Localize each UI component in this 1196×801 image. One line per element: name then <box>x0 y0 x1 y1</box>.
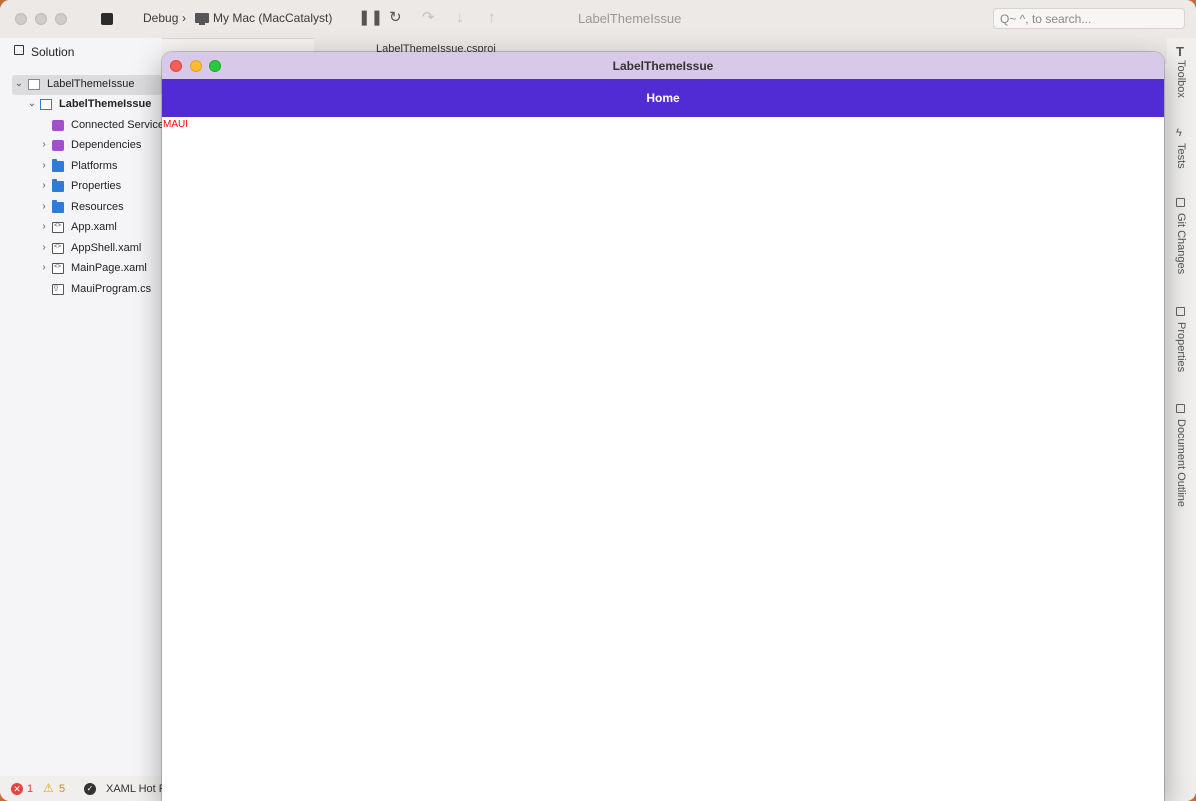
hot-reload-status[interactable]: XAML Hot R <box>106 783 167 795</box>
tree-item-app-xaml[interactable]: › App.xaml <box>0 218 162 238</box>
solution-header: Solution <box>0 38 162 64</box>
mac-icon <box>195 13 209 25</box>
chevron-down-icon[interactable]: ⌄ <box>14 78 24 89</box>
dependencies-icon <box>52 140 64 151</box>
solution-icon <box>28 79 40 90</box>
app-navigation-bar: Home <box>162 79 1164 117</box>
git-changes-icon[interactable] <box>1176 198 1185 207</box>
ide-window: Debug › My Mac (MacCatalyst) ❚❚ ↻ ↷ ↓ ↑ … <box>0 0 1196 801</box>
chevron-right-icon[interactable]: › <box>39 139 49 150</box>
toolbox-icon[interactable]: T <box>1176 44 1184 59</box>
chevron-right-icon[interactable]: › <box>39 201 49 212</box>
check-icon: ✓ <box>84 783 96 795</box>
tree-item-dependencies[interactable]: › Dependencies <box>0 136 162 156</box>
tree-item-appshell-xaml[interactable]: › AppShell.xaml <box>0 239 162 259</box>
chevron-right-icon[interactable]: › <box>39 180 49 191</box>
tree-item-properties[interactable]: › Properties <box>0 177 162 197</box>
ide-title: LabelThemeIssue <box>578 11 682 26</box>
solution-header-label: Solution <box>31 45 75 59</box>
document-outline-icon[interactable] <box>1176 404 1185 413</box>
tree-item-resources[interactable]: › Resources <box>0 198 162 218</box>
tree-item-connected-services[interactable]: Connected Services <box>0 116 169 136</box>
chevron-right-icon[interactable]: › <box>39 160 49 171</box>
panel-tests[interactable]: Tests <box>1175 143 1187 169</box>
tree-item-label: MainPage.xaml <box>71 262 147 274</box>
ide-zoom-button[interactable] <box>55 13 67 25</box>
solution-pane-icon <box>14 45 24 55</box>
cs-file-icon <box>52 284 64 295</box>
connected-services-icon <box>52 120 64 131</box>
chevron-right-icon[interactable]: › <box>39 242 49 253</box>
chevron-right-icon[interactable]: › <box>39 262 49 273</box>
pause-icon[interactable]: ❚❚ <box>358 9 383 27</box>
app-titlebar: LabelThemeIssue <box>162 52 1164 79</box>
device-selector[interactable]: My Mac (MacCatalyst) <box>213 11 332 25</box>
ide-toolbar: Debug › My Mac (MacCatalyst) ❚❚ ↻ ↷ ↓ ↑ … <box>0 0 1196 39</box>
configuration-selector[interactable]: Debug <box>143 11 178 25</box>
step-over-icon[interactable]: ↷ <box>422 9 435 27</box>
chevron-down-icon[interactable]: ⌄ <box>27 98 37 109</box>
ide-close-button[interactable] <box>15 13 27 25</box>
folder-icon <box>52 179 64 192</box>
maui-label: MAUI <box>163 119 188 130</box>
panel-toolbox[interactable]: Toolbox <box>1175 60 1187 98</box>
tree-item-label: LabelThemeIssue <box>47 78 135 90</box>
tree-item-platforms[interactable]: › Platforms <box>0 157 162 177</box>
error-count[interactable]: 1 <box>27 783 33 795</box>
project-icon <box>40 99 52 110</box>
stop-icon[interactable] <box>101 13 113 25</box>
tree-item-label: Platforms <box>71 160 118 172</box>
restart-icon[interactable]: ↻ <box>389 9 402 27</box>
ide-minimize-button[interactable] <box>35 13 47 25</box>
panel-git-changes[interactable]: Git Changes <box>1175 213 1187 274</box>
tree-item-label: Dependencies <box>71 139 142 151</box>
step-into-icon[interactable]: ↓ <box>456 9 464 27</box>
tree-item-mauiprogram-cs[interactable]: MauiProgram.cs <box>0 280 162 300</box>
tests-icon[interactable]: ϟ <box>1176 127 1182 139</box>
tree-item-label: LabelThemeIssue <box>59 98 152 110</box>
solution-pane: Solution ⌄ LabelThemeIssue ⌄ LabelThemeI… <box>0 38 169 776</box>
tree-item-project[interactable]: ⌄ LabelThemeIssue <box>0 95 162 115</box>
panel-properties[interactable]: Properties <box>1175 322 1187 372</box>
xaml-file-icon <box>52 243 64 254</box>
warning-count[interactable]: 5 <box>59 783 65 795</box>
xaml-file-icon <box>52 222 64 233</box>
warning-icon[interactable]: ⚠ <box>43 781 54 795</box>
tree-item-label: Connected Services <box>71 119 170 131</box>
app-window: LabelThemeIssue Home MAUI <box>162 52 1164 801</box>
properties-icon[interactable] <box>1176 307 1185 316</box>
tree-item-label: Properties <box>71 180 122 192</box>
tree-item-label: AppShell.xaml <box>71 242 142 254</box>
chevron-right-icon[interactable]: › <box>39 221 49 232</box>
tree-item-mainpage-xaml[interactable]: › MainPage.xaml <box>0 259 162 279</box>
folder-icon <box>52 159 64 172</box>
tree-item-label: App.xaml <box>71 221 117 233</box>
tree-item-label: Resources <box>71 201 124 213</box>
tree-item-label: MauiProgram.cs <box>71 283 152 295</box>
breadcrumb-separator: › <box>182 11 186 25</box>
step-out-icon[interactable]: ↑ <box>488 9 496 27</box>
nav-title: Home <box>646 91 680 105</box>
error-icon[interactable]: ✕ <box>11 783 23 795</box>
folder-icon <box>52 200 64 213</box>
panel-document-outline[interactable]: Document Outline <box>1175 419 1187 507</box>
app-window-title: LabelThemeIssue <box>612 59 714 73</box>
tree-item-solution[interactable]: ⌄ LabelThemeIssue <box>12 75 162 95</box>
search-input[interactable]: Q~ ^, to search... <box>993 8 1185 29</box>
xaml-file-icon <box>52 263 64 274</box>
